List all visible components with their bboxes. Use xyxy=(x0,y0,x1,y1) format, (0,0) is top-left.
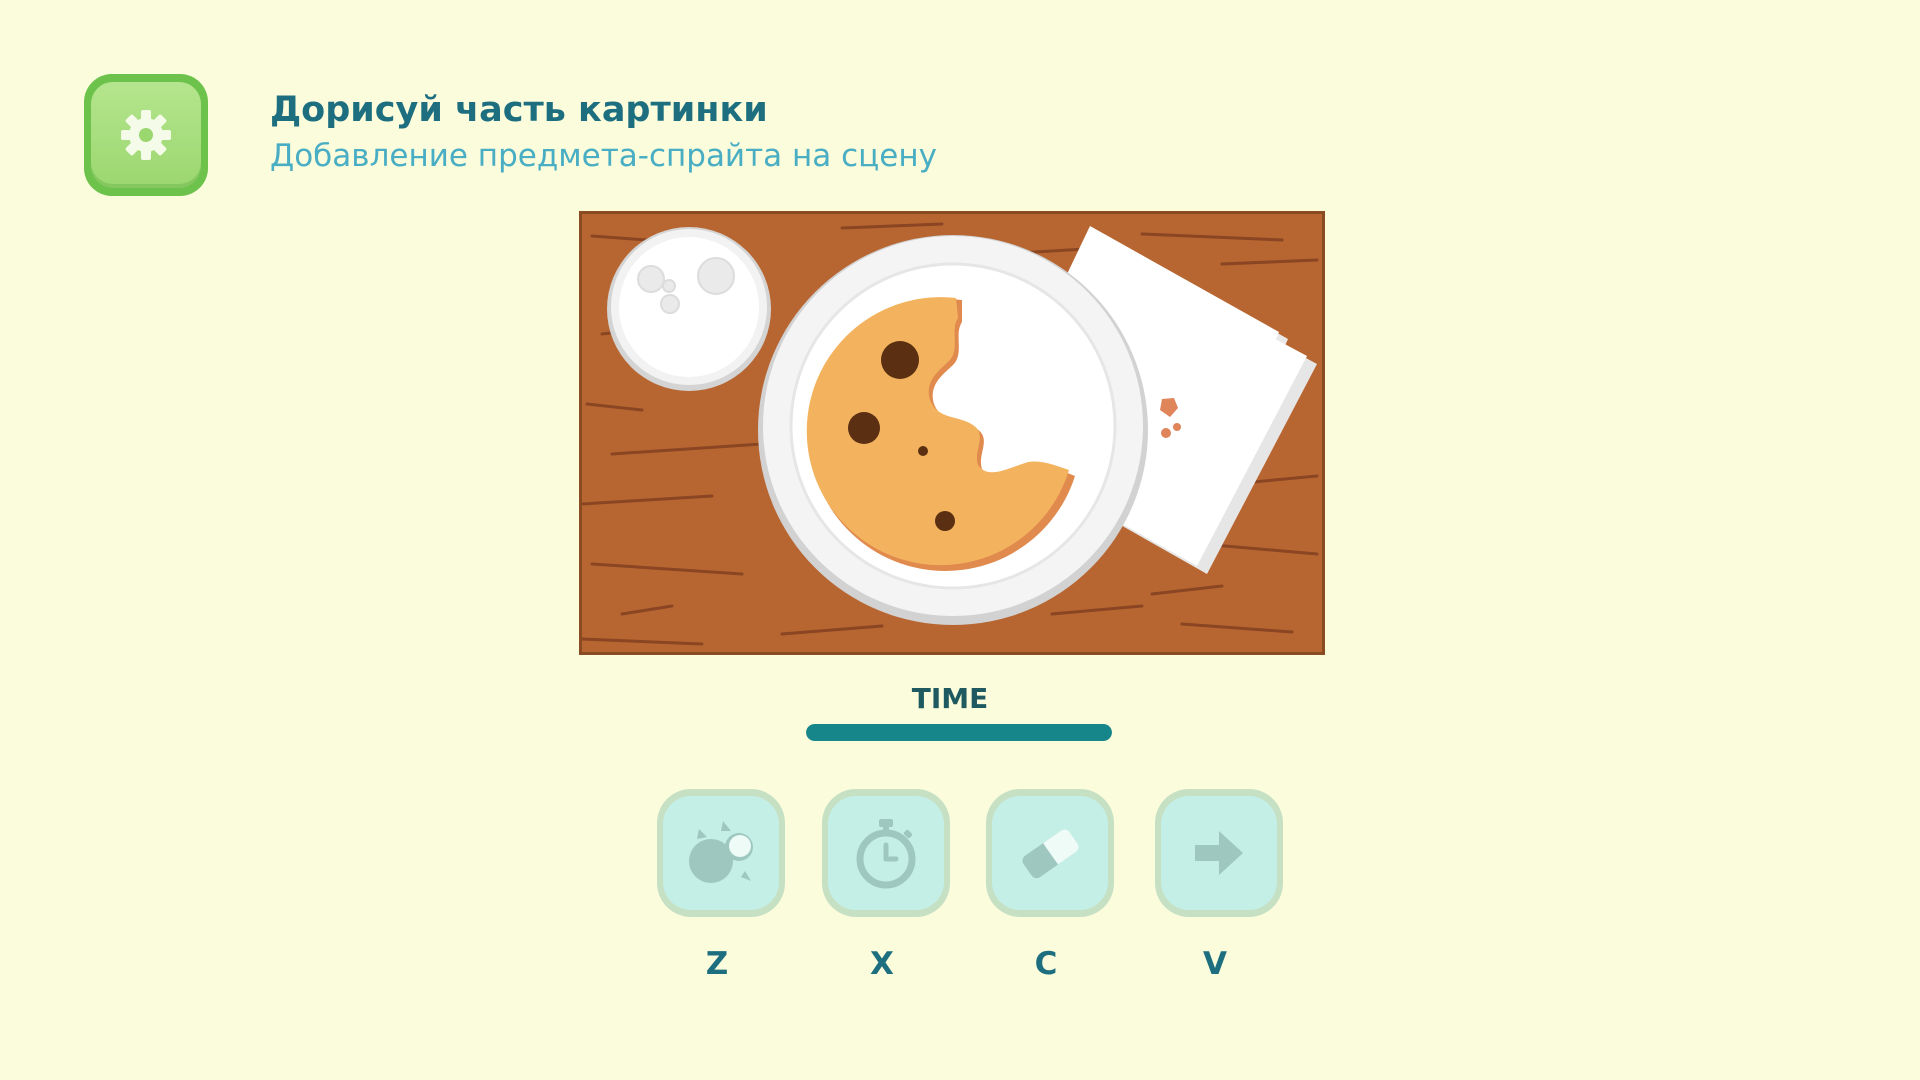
sprite-tool-face xyxy=(663,796,779,910)
eraser-tool-button[interactable] xyxy=(986,789,1114,917)
milk-glass xyxy=(607,227,771,391)
page-subtitle: Добавление предмета-спрайта на сцену xyxy=(270,138,937,174)
settings-button-face xyxy=(91,82,201,188)
arrow-right-icon xyxy=(1195,831,1243,875)
page-title: Дорисуй часть картинки xyxy=(270,90,768,130)
timer-tool-button[interactable] xyxy=(822,789,950,917)
timer-bar xyxy=(806,724,1112,741)
eraser-tool-face xyxy=(992,796,1108,910)
key-label-v: V xyxy=(1203,946,1227,982)
gear-icon xyxy=(121,110,171,160)
scene-illustration xyxy=(582,214,1322,652)
stopwatch-icon xyxy=(856,819,916,889)
eraser-icon xyxy=(1022,829,1079,879)
next-button-face xyxy=(1161,796,1277,910)
sprite-tool-button[interactable] xyxy=(657,789,785,917)
sprite-burst-icon xyxy=(689,821,753,883)
next-button[interactable] xyxy=(1155,789,1283,917)
key-label-z: Z xyxy=(705,946,729,982)
key-label-c: C xyxy=(1034,946,1058,982)
key-label-x: X xyxy=(870,946,894,982)
settings-button[interactable] xyxy=(84,74,208,196)
timer-tool-face xyxy=(828,796,944,910)
drawing-canvas[interactable] xyxy=(579,211,1325,655)
timer-bar-fill xyxy=(806,724,1112,741)
timer-label: TIME xyxy=(911,682,989,715)
